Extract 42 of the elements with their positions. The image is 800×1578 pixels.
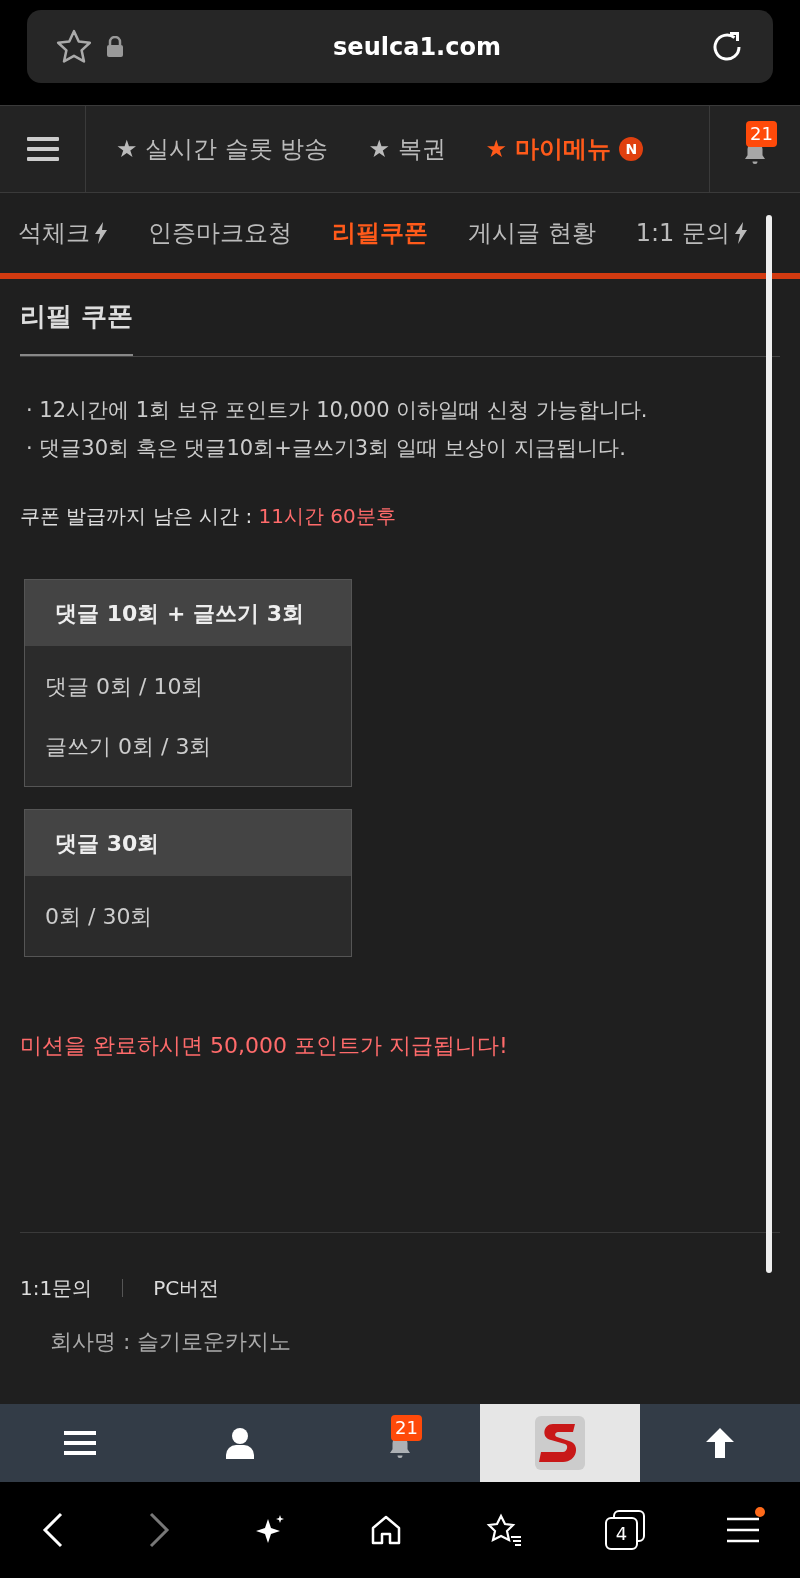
page-title: 리필 쿠폰 (20, 297, 134, 356)
star-icon[interactable] (55, 27, 93, 66)
address-bar[interactable]: seulca1.com (27, 10, 773, 83)
mission-count-text: 0회 / 30회 (44, 902, 154, 931)
menu-icon[interactable] (64, 1431, 96, 1455)
menu-icon[interactable] (727, 1517, 759, 1543)
notification-badge: 21 (746, 121, 777, 147)
lock-icon (105, 35, 125, 58)
notice-text: · 12시간에 1회 보유 포인트가 10,000 이하일때 신청 가능합니다. (26, 397, 649, 424)
arrow-up-icon[interactable] (704, 1426, 736, 1460)
user-icon[interactable] (226, 1427, 254, 1459)
subnav-tab[interactable]: 리필쿠폰 (332, 215, 428, 251)
subnav-tab[interactable]: 게시글 현황 (468, 215, 596, 251)
mission-title: 댓글 30회 (25, 810, 351, 876)
lightning-icon (94, 222, 108, 244)
forward-icon[interactable] (147, 1512, 171, 1548)
notification-badge: 21 (391, 1415, 422, 1441)
menu-icon[interactable] (26, 136, 59, 162)
timer-label: 쿠폰 발급까지 남은 시간 : (20, 504, 253, 528)
mission-count-text: 글쓰기 0회 / 3회 (44, 732, 213, 761)
header-link[interactable]: ★ 실시간 슬롯 방송 (116, 131, 329, 167)
mission-title: 댓글 10회 + 글쓰기 3회 (25, 580, 351, 646)
subnav-tab[interactable]: 인증마크요청 (148, 215, 292, 251)
footer-link[interactable]: PC버전 (153, 1273, 220, 1303)
footer-link[interactable]: 1:1문의 (20, 1273, 93, 1303)
company-text: 회사명 : 슬기로운카지노 (50, 1328, 293, 1356)
logo-icon[interactable] (535, 1416, 585, 1470)
header-link[interactable]: ★ 마이메뉴 N (485, 131, 644, 167)
reward-text: 미션을 완료하시면 50,000 포인트가 지급됩니다! (20, 1032, 509, 1060)
notice-text: · 댓글30회 혹은 댓글10회+글쓰기3회 일때 보상이 지급됩니다. (26, 435, 627, 462)
back-icon[interactable] (41, 1512, 65, 1548)
mission-count-text: 댓글 0회 / 10회 (44, 672, 205, 701)
lightning-icon (733, 222, 748, 244)
subnav-tab[interactable]: 석체크 (18, 215, 108, 251)
scrollbar[interactable] (766, 215, 772, 1273)
home-icon[interactable] (369, 1513, 403, 1547)
subnav-tab[interactable]: 1:1 문의 (635, 215, 748, 251)
new-badge: N (619, 137, 644, 161)
url-text: seulca1.com (332, 31, 502, 63)
bookmarks-icon[interactable] (485, 1513, 523, 1547)
header-link[interactable]: ★ 복권 (368, 131, 446, 167)
timer-value: 11시간 60분후 (258, 504, 396, 528)
